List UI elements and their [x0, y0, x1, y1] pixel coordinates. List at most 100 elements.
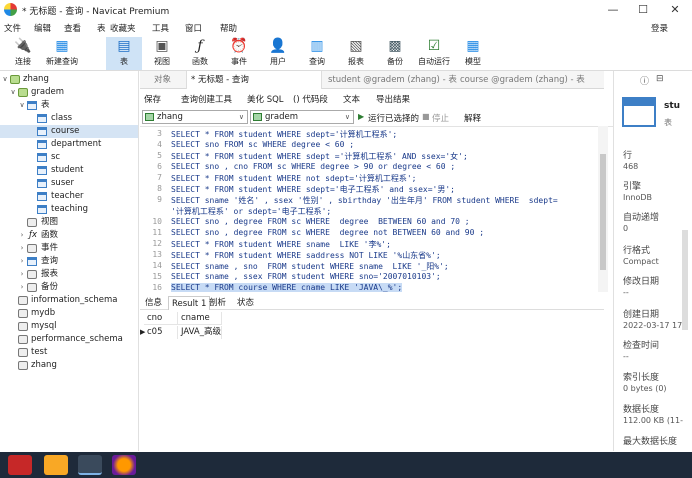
tree-table-teacher[interactable]: teacher [0, 190, 138, 203]
tree-db-zhang[interactable]: zhang [0, 359, 138, 372]
toolbar-event-button[interactable]: ⏰ 事件 [221, 37, 257, 70]
info-icon[interactable]: ⓘ [640, 74, 649, 87]
maximize-button[interactable]: ☐ [628, 2, 658, 18]
menu-edit[interactable]: 编辑 [34, 22, 51, 34]
toolbar-function-button[interactable]: ƒ 函数 [182, 37, 218, 70]
user-icon: 👤 [269, 38, 287, 54]
table-icon [37, 179, 47, 188]
toolbar-model-button[interactable]: ▦ 模型 [455, 37, 491, 70]
tree-views-folder[interactable]: 视图 [0, 216, 138, 229]
tree-connection-zhang[interactable]: ∨ zhang [0, 73, 138, 86]
save-button[interactable]: 保存 [144, 93, 161, 105]
query-icon [27, 257, 37, 266]
table-cell[interactable]: JAVA_高级 [178, 326, 222, 339]
tree-db-performance-schema[interactable]: performance_schema [0, 333, 138, 346]
navicat-app-icon [4, 3, 17, 16]
beautify-sql-button[interactable]: 美化 SQL [247, 93, 284, 105]
query-selector-row: zhang ∨ gradem ∨ ▶ 运行已选择的 ■ 停止 解释 [140, 109, 604, 126]
export-result-button[interactable]: 导出结果 [376, 93, 410, 105]
tab-status[interactable]: 状态 [234, 296, 257, 310]
menu-help[interactable]: 帮助 [220, 22, 237, 34]
info-panel-scrollbar[interactable] [682, 230, 688, 330]
file-explorer-icon[interactable] [44, 455, 68, 475]
table-icon [37, 166, 47, 175]
tab-course-table[interactable]: course @gradem (zhang) - 表 [456, 71, 602, 89]
tree-backups-folder[interactable]: › 备份 [0, 281, 138, 294]
line-number: 11 [152, 228, 162, 237]
toolbar-report-button[interactable]: ▧ 报表 [338, 37, 374, 70]
navicat-taskbar-icon[interactable] [78, 455, 102, 475]
tree-functions-folder[interactable]: › ƒx 函数 [0, 229, 138, 242]
toolbar-user-button[interactable]: 👤 用户 [260, 37, 296, 70]
tree-tables-folder[interactable]: ∨ 表 [0, 99, 138, 112]
tab-profile[interactable]: 剖析 [206, 296, 229, 310]
automation-icon: ☑ [427, 38, 441, 54]
tab-student-table[interactable]: student @gradem (zhang) - 表 [324, 71, 457, 89]
info-label-modified: 修改日期 [623, 277, 660, 287]
close-button[interactable]: ✕ [660, 2, 690, 18]
tree-table-student[interactable]: student [0, 164, 138, 177]
tab-info[interactable]: 信息 [142, 296, 165, 310]
database-icon [253, 113, 262, 121]
database-icon [18, 335, 28, 344]
firefox-icon[interactable] [112, 455, 136, 475]
connection-icon: 🔌 [14, 38, 32, 54]
menu-table[interactable]: 表 [97, 22, 106, 34]
tree-queries-folder[interactable]: › 查询 [0, 255, 138, 268]
tree-events-folder[interactable]: › 事件 [0, 242, 138, 255]
ddl-icon[interactable]: ⊟ [656, 74, 664, 84]
tree-database-gradem[interactable]: ∨ gradem [0, 86, 138, 99]
tab-objects[interactable]: 对象 [150, 71, 186, 89]
tree-table-department[interactable]: department [0, 138, 138, 151]
code-line: SELECT * FROM student WHERE sname LIKE '… [171, 240, 391, 249]
line-number: 4 [157, 140, 162, 149]
menu-tools[interactable]: 工具 [152, 22, 169, 34]
database-select[interactable]: gradem ∨ [250, 110, 354, 124]
new-query-icon: ▦ [55, 38, 69, 54]
menu-view[interactable]: 查看 [64, 22, 81, 34]
explain-button[interactable]: 解释 [464, 112, 481, 124]
column-header-cno[interactable]: cno [144, 312, 178, 325]
tree-db-mysql[interactable]: mysql [0, 320, 138, 333]
tree-db-mydb[interactable]: mydb [0, 307, 138, 320]
tab-result-1[interactable]: Result 1 [168, 296, 211, 310]
tree-table-sc[interactable]: sc [0, 151, 138, 164]
toolbar-new-query-button[interactable]: ▦ 新建查询 [44, 37, 80, 70]
tree-db-information-schema[interactable]: information_schema [0, 294, 138, 307]
menu-file[interactable]: 文件 [4, 22, 21, 34]
toolbar-connection-button[interactable]: 🔌 连接 [5, 37, 41, 70]
menu-window[interactable]: 窗口 [185, 22, 202, 34]
query-builder-button[interactable]: 查询创建工具 [181, 93, 232, 105]
scrollbar-thumb[interactable] [600, 154, 606, 270]
toolbar-backup-button[interactable]: ▩ 备份 [377, 37, 413, 70]
tree-db-test[interactable]: test [0, 346, 138, 359]
run-selected-button[interactable]: 运行已选择的 [368, 112, 419, 124]
tree-table-suser[interactable]: suser [0, 177, 138, 190]
menu-favorites[interactable]: 收藏夹 [110, 22, 136, 34]
code-line: SELECT sname , sno FROM student WHERE sn… [171, 262, 449, 271]
sql-editor[interactable]: 3 SELECT * FROM student WHERE sdept='计算机工… [140, 126, 613, 292]
table-icon [37, 153, 47, 162]
toolbar-table-button[interactable]: ▤ 表 [106, 37, 142, 70]
tree-table-class[interactable]: class [0, 112, 138, 125]
column-header-cname[interactable]: cname [178, 312, 222, 325]
stop-button[interactable]: 停止 [432, 112, 449, 124]
login-button[interactable]: 登录 [651, 22, 668, 34]
info-value-created: 2022-03-17 17 [623, 321, 683, 330]
tree-table-teaching[interactable]: teaching [0, 203, 138, 216]
line-number: 9 [157, 195, 162, 204]
toolbar-automation-button[interactable]: ☑ 自动运行 [416, 37, 452, 70]
view-icon [27, 218, 37, 227]
ppt-app-icon[interactable] [8, 455, 32, 475]
editor-scrollbar[interactable] [598, 126, 608, 292]
tree-reports-folder[interactable]: › 报表 [0, 268, 138, 281]
connection-select[interactable]: zhang ∨ [142, 110, 248, 124]
tree-table-course[interactable]: course [0, 125, 138, 138]
code-snippet-button[interactable]: () 代码段 [293, 93, 328, 105]
minimize-button[interactable]: — [598, 2, 628, 18]
table-cell[interactable]: c05 [144, 326, 178, 339]
toolbar-query-button[interactable]: ▥ 查询 [299, 37, 335, 70]
tab-untitled-query[interactable]: * 无标题 - 查询 [186, 71, 322, 89]
text-button[interactable]: 文本 [343, 93, 360, 105]
toolbar-view-button[interactable]: ▣ 视图 [144, 37, 180, 70]
